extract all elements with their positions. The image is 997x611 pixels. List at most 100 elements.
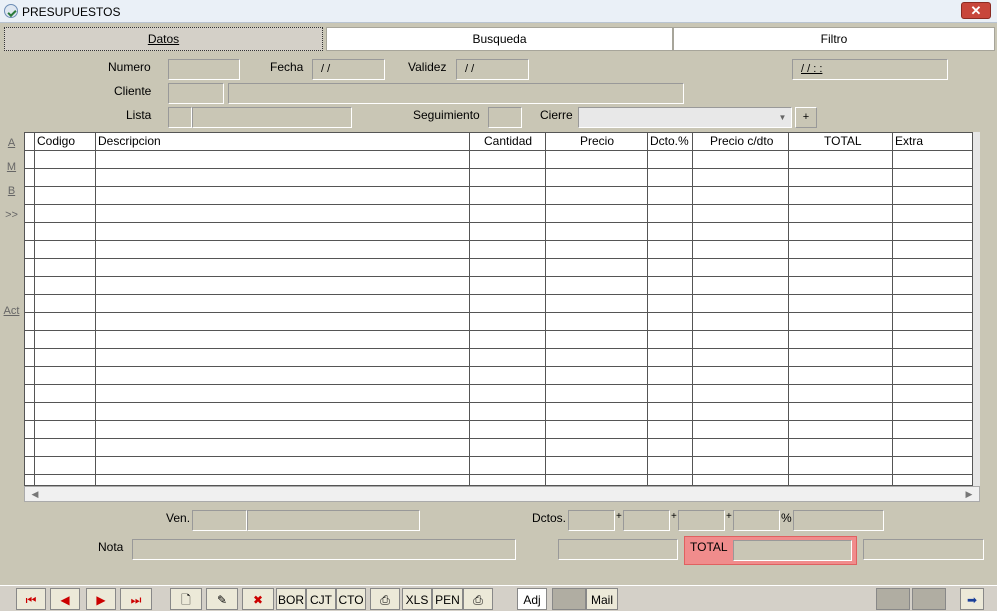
prev-record-button[interactable]: ◀: [50, 588, 80, 610]
total-field[interactable]: [733, 540, 852, 561]
table-row: [25, 276, 979, 277]
scroll-left-icon[interactable]: ◀: [29, 489, 41, 500]
print-button[interactable]: ⎙: [370, 588, 400, 610]
grid-header-codigo[interactable]: Codigo: [37, 134, 75, 148]
table-row: [25, 366, 979, 367]
chevron-down-icon[interactable]: ▼: [776, 110, 789, 125]
grid-header-precio[interactable]: Precio: [580, 134, 614, 148]
nota-field[interactable]: [132, 539, 516, 560]
tab-busqueda[interactable]: Busqueda: [326, 27, 673, 51]
table-row: [25, 330, 979, 331]
next-icon: ▶: [96, 593, 106, 607]
new-document-icon: 🗋: [181, 593, 191, 607]
close-button[interactable]: ✕: [961, 2, 991, 19]
tab-filtro-label: Filtro: [820, 32, 848, 46]
lista-label: Lista: [126, 108, 152, 122]
horizontal-scrollbar[interactable]: ◀ ▶: [24, 486, 980, 502]
last-record-button[interactable]: ⏭: [120, 588, 152, 610]
edit-icon: ✎: [216, 593, 228, 607]
window-title: PRESUPUESTOS: [22, 5, 121, 19]
dcto-total-field[interactable]: [793, 510, 884, 531]
grid-header-precio-cdto[interactable]: Precio c/dto: [710, 134, 773, 148]
table-row: [25, 438, 979, 439]
cierre-add-button[interactable]: +: [795, 107, 817, 128]
table-row: [25, 420, 979, 421]
table-row: [25, 348, 979, 349]
grid-header-dcto[interactable]: Dcto.%: [650, 134, 689, 148]
cliente-label: Cliente: [114, 84, 152, 98]
main-panel: Datos Busqueda Filtro Numero Fecha / / V…: [0, 23, 997, 585]
table-row: [25, 240, 979, 241]
validez-label: Validez: [408, 60, 447, 74]
prev-icon: ◀: [60, 593, 70, 607]
cliente-code-field[interactable]: [168, 83, 224, 104]
tab-datos[interactable]: Datos: [4, 27, 323, 51]
mail-button[interactable]: Mail: [586, 588, 618, 610]
dcto3-field[interactable]: [678, 510, 725, 531]
ven-name-field[interactable]: [247, 510, 420, 531]
first-record-button[interactable]: ⏮: [16, 588, 46, 610]
table-row: [25, 150, 979, 151]
status-box-1: [876, 588, 910, 610]
seguimiento-field[interactable]: [488, 107, 522, 128]
vertical-scrollbar[interactable]: [973, 132, 980, 486]
ven-code-field[interactable]: [192, 510, 247, 531]
cto-button[interactable]: CTO: [336, 588, 366, 610]
table-row: [25, 474, 979, 475]
fecha-field[interactable]: / /: [312, 59, 385, 80]
grid-header-total[interactable]: TOTAL: [824, 134, 862, 148]
table-row: [25, 402, 979, 403]
ven-label: Ven.: [166, 511, 191, 525]
cierre-label: Cierre: [540, 108, 573, 122]
table-row: [25, 204, 979, 205]
side-button-m[interactable]: M: [0, 157, 23, 178]
extra-total-field[interactable]: [863, 539, 984, 560]
edit-button[interactable]: ✎: [206, 588, 238, 610]
blank-button[interactable]: [552, 588, 586, 610]
lista-name-field[interactable]: [192, 107, 352, 128]
lista-code-field[interactable]: [168, 107, 192, 128]
delete-button[interactable]: ✖: [242, 588, 274, 610]
numero-field[interactable]: [168, 59, 240, 80]
adj-button[interactable]: Adj: [517, 588, 547, 610]
first-record-icon: ⏮: [25, 593, 37, 607]
bor-button[interactable]: BOR: [276, 588, 306, 610]
plus-2: +: [671, 511, 677, 522]
items-grid[interactable]: Codigo Descripcion Cantidad Precio Dcto.…: [24, 132, 980, 486]
side-button-act[interactable]: Act: [0, 301, 23, 322]
scroll-right-icon[interactable]: ▶: [963, 489, 975, 500]
side-button-b[interactable]: B: [0, 181, 23, 202]
grid-header-descripcion[interactable]: Descripcion: [98, 134, 161, 148]
table-row: [25, 186, 979, 187]
cierre-select[interactable]: ▼: [578, 107, 792, 128]
cliente-name-field[interactable]: [228, 83, 684, 104]
total-label: TOTAL: [690, 540, 728, 554]
last-record-icon: ⏭: [130, 593, 142, 607]
cjt-button[interactable]: CJT: [306, 588, 336, 610]
print-alt-button[interactable]: ⎙: [463, 588, 493, 610]
pen-button[interactable]: PEN: [432, 588, 463, 610]
new-button[interactable]: 🗋: [170, 588, 202, 610]
xls-button[interactable]: XLS: [402, 588, 432, 610]
table-row: [25, 222, 979, 223]
exit-button[interactable]: ➡: [960, 588, 984, 610]
grid-header-cantidad[interactable]: Cantidad: [484, 134, 532, 148]
subtotal-field[interactable]: [558, 539, 678, 560]
next-record-button[interactable]: ▶: [86, 588, 116, 610]
validez-field[interactable]: / /: [456, 59, 529, 80]
dctos-label: Dctos.: [532, 511, 567, 525]
printer-icon: ⎙: [473, 593, 483, 607]
side-button-a[interactable]: A: [0, 133, 23, 154]
dcto2-field[interactable]: [623, 510, 670, 531]
exit-icon: ➡: [966, 593, 978, 607]
datetime-field[interactable]: / / : :: [792, 59, 948, 80]
tab-filtro[interactable]: Filtro: [673, 27, 995, 51]
printer-icon: ⎙: [380, 593, 390, 607]
grid-header-extra[interactable]: Extra: [895, 134, 923, 148]
dcto4-field[interactable]: [733, 510, 780, 531]
tab-busqueda-label: Busqueda: [472, 32, 527, 46]
title-bar: PRESUPUESTOS ✕: [0, 0, 997, 23]
dcto1-field[interactable]: [568, 510, 615, 531]
side-button-more[interactable]: >>: [0, 205, 23, 226]
table-row: [25, 258, 979, 259]
